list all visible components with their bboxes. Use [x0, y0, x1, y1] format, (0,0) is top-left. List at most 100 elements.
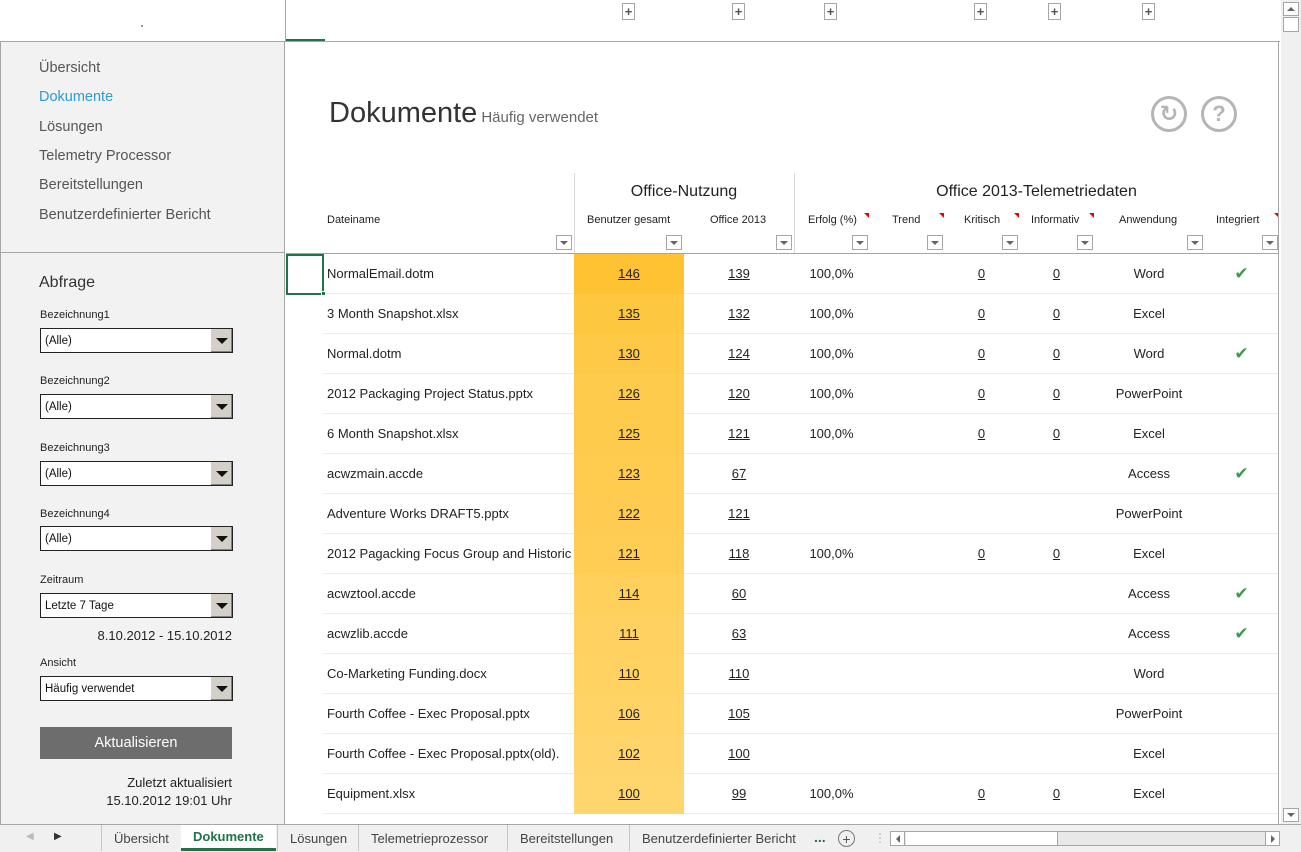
filter-dropdown-zeitraum[interactable]: Letzte 7 Tage: [40, 593, 233, 618]
cell-o2013[interactable]: 60: [684, 574, 794, 613]
cell-file[interactable]: 2012 Packaging Project Status.pptx: [327, 374, 573, 413]
expand-group-button[interactable]: +: [974, 3, 987, 20]
previous-sheet-icon[interactable]: ◀: [26, 831, 34, 842]
cell-link[interactable]: 63: [732, 626, 746, 641]
filter-dropdown-bezeichnung1[interactable]: (Alle): [40, 328, 233, 353]
filter-dropdown-ansicht[interactable]: Häufig verwendet: [40, 676, 233, 701]
cell-link[interactable]: 0: [978, 306, 985, 321]
filter-dropdown-bezeichnung2[interactable]: (Alle): [40, 394, 233, 419]
cell-link[interactable]: 67: [732, 466, 746, 481]
cell-users[interactable]: 125: [574, 414, 684, 453]
expand-group-button[interactable]: +: [622, 3, 635, 20]
sheet-tab[interactable]: Übersicht: [101, 825, 181, 851]
selected-cell[interactable]: [286, 254, 324, 295]
cell-link[interactable]: 111: [619, 626, 639, 641]
help-icon[interactable]: ?: [1201, 96, 1237, 132]
filter-button-anwendung[interactable]: [1187, 235, 1203, 250]
cell-o2013[interactable]: 118: [684, 534, 794, 573]
cell-users[interactable]: 110: [574, 654, 684, 693]
table-row[interactable]: 2012 Packaging Project Status.pptx 126 120…: [323, 374, 1278, 414]
cell-link[interactable]: 0: [978, 546, 985, 561]
cell-file[interactable]: Fourth Coffee - Exec Proposal.pptx(old).: [327, 734, 573, 773]
sidebar-item-dokumente[interactable]: Dokumente: [39, 89, 113, 105]
table-row[interactable]: NormalEmail.dotm 146 139 100,0% 0 0 Word ✔: [323, 254, 1278, 294]
cell-file[interactable]: Adventure Works DRAFT5.pptx: [327, 494, 573, 533]
cell-link[interactable]: 121: [728, 506, 750, 521]
cell-link[interactable]: 0: [1053, 306, 1060, 321]
cell-link[interactable]: 0: [978, 266, 985, 281]
cell-link[interactable]: 99: [732, 786, 746, 801]
scroll-down-button[interactable]: [1283, 808, 1299, 822]
cell-file[interactable]: 2012 Pagacking Focus Group and Historic: [327, 534, 573, 573]
sidebar-item-uebersicht[interactable]: Übersicht: [39, 60, 100, 76]
cell-users[interactable]: 146: [574, 254, 684, 293]
table-row[interactable]: Fourth Coffee - Exec Proposal.pptx 106 105…: [323, 694, 1278, 734]
cell-o2013[interactable]: 120: [684, 374, 794, 413]
cell-info[interactable]: 0: [1019, 254, 1094, 293]
table-row[interactable]: Normal.dotm 130 124 100,0% 0 0 Word ✔: [323, 334, 1278, 374]
cell-users[interactable]: 123: [574, 454, 684, 493]
cell-critical[interactable]: 0: [944, 294, 1019, 333]
cell-link[interactable]: 126: [618, 386, 640, 401]
table-row[interactable]: acwzmain.accde 123 67 Access ✔: [323, 454, 1278, 494]
cell-link[interactable]: 125: [618, 426, 640, 441]
cell-o2013[interactable]: 124: [684, 334, 794, 373]
cell-users[interactable]: 121: [574, 534, 684, 573]
cell-link[interactable]: 0: [978, 426, 985, 441]
scrollbar-thumb[interactable]: [1283, 17, 1299, 32]
expand-group-button[interactable]: +: [824, 3, 837, 20]
cell-link[interactable]: 0: [1053, 266, 1060, 281]
cell-link[interactable]: 0: [1053, 786, 1060, 801]
cell-file[interactable]: Fourth Coffee - Exec Proposal.pptx: [327, 694, 573, 733]
table-row[interactable]: 6 Month Snapshot.xlsx 125 121 100,0% 0 0 Excel: [323, 414, 1278, 454]
dropdown-arrow-button[interactable]: [210, 462, 232, 485]
cell-link[interactable]: 106: [618, 706, 640, 721]
cell-critical[interactable]: 0: [944, 334, 1019, 373]
cell-link[interactable]: 0: [1053, 386, 1060, 401]
fill-handle[interactable]: [321, 291, 326, 296]
scroll-left-button[interactable]: [891, 832, 905, 845]
sidebar-item-benutzerdefinierter-bericht[interactable]: Benutzerdefinierter Bericht: [39, 207, 211, 223]
cell-info[interactable]: 0: [1019, 774, 1094, 813]
cell-file[interactable]: Normal.dotm: [327, 334, 573, 373]
cell-o2013[interactable]: 67: [684, 454, 794, 493]
sheet-tab[interactable]: Telemetrieprozessor: [358, 825, 500, 851]
cell-link[interactable]: 130: [618, 346, 640, 361]
cell-info[interactable]: 0: [1019, 534, 1094, 573]
scroll-right-button[interactable]: [1265, 832, 1279, 845]
cell-link[interactable]: 0: [978, 386, 985, 401]
cell-link[interactable]: 139: [728, 266, 750, 281]
filter-dropdown-bezeichnung3[interactable]: (Alle): [40, 461, 233, 486]
refresh-icon[interactable]: ↻: [1151, 96, 1187, 132]
filter-button-informativ[interactable]: [1077, 235, 1093, 250]
cell-file[interactable]: acwzlib.accde: [327, 614, 573, 653]
next-sheet-icon[interactable]: ▶: [54, 831, 62, 842]
cell-o2013[interactable]: 100: [684, 734, 794, 773]
more-sheets-button[interactable]: ...: [814, 829, 826, 845]
cell-link[interactable]: 0: [978, 786, 985, 801]
cell-file[interactable]: NormalEmail.dotm: [327, 254, 573, 293]
dropdown-arrow-button[interactable]: [210, 677, 232, 700]
horizontal-scrollbar[interactable]: [890, 831, 1280, 846]
cell-link[interactable]: 120: [728, 386, 750, 401]
cell-o2013[interactable]: 139: [684, 254, 794, 293]
cell-link[interactable]: 123: [618, 466, 640, 481]
sheet-tab[interactable]: Dokumente: [181, 825, 276, 851]
cell-link[interactable]: 122: [618, 506, 640, 521]
cell-link[interactable]: 146: [618, 266, 640, 281]
expand-group-button[interactable]: +: [1142, 3, 1155, 20]
cell-link[interactable]: 118: [729, 546, 750, 561]
add-sheet-icon[interactable]: +: [838, 830, 855, 847]
table-row[interactable]: acwzlib.accde 111 63 Access ✔: [323, 614, 1278, 654]
filter-button-trend[interactable]: [927, 235, 943, 250]
cell-link[interactable]: 0: [978, 346, 985, 361]
cell-users[interactable]: 135: [574, 294, 684, 333]
cell-file[interactable]: Co-Marketing Funding.docx: [327, 654, 573, 693]
cell-users[interactable]: 126: [574, 374, 684, 413]
sidebar-item-loesungen[interactable]: Lösungen: [39, 119, 103, 135]
cell-file[interactable]: acwztool.accde: [327, 574, 573, 613]
dropdown-arrow-button[interactable]: [210, 527, 232, 550]
cell-link[interactable]: 0: [1053, 546, 1060, 561]
cell-o2013[interactable]: 110: [684, 654, 794, 693]
cell-link[interactable]: 0: [1053, 426, 1060, 441]
